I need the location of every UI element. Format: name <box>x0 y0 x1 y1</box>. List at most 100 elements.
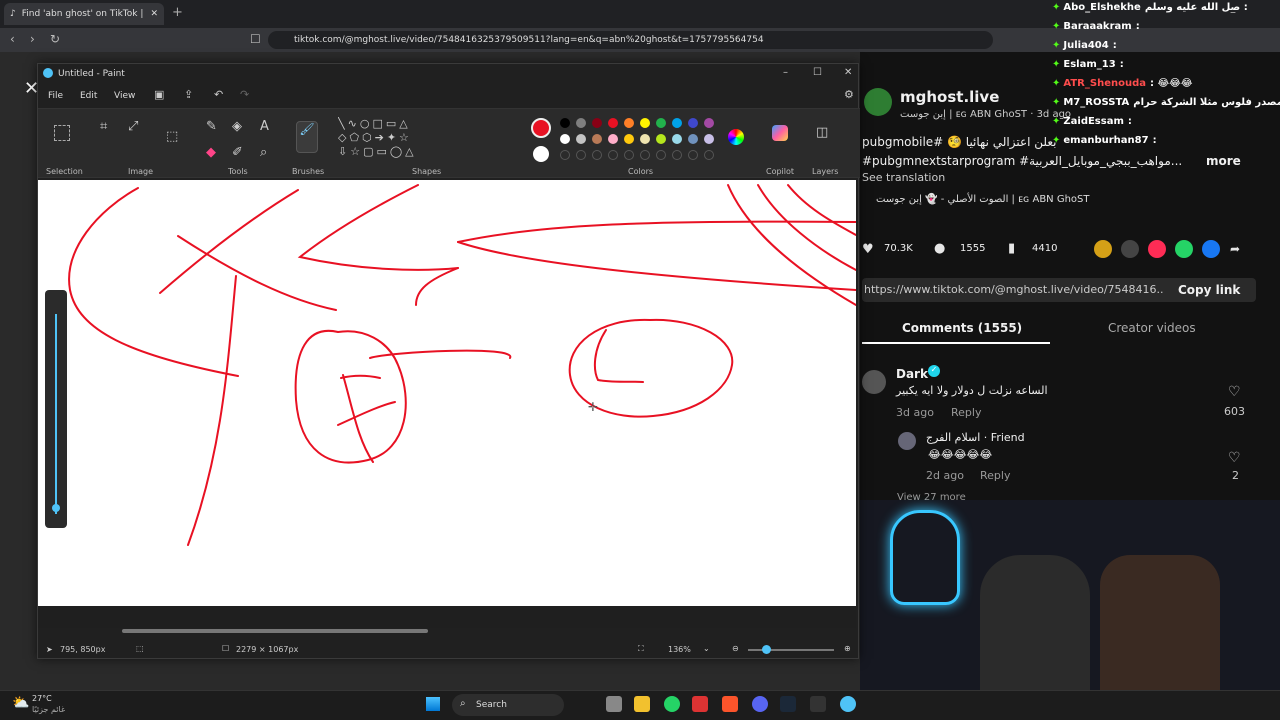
reload-icon[interactable]: ↻ <box>50 32 60 46</box>
resize-icon[interactable]: ⤢ <box>128 119 138 134</box>
color-swatch[interactable] <box>704 134 714 144</box>
video-link[interactable]: https://www.tiktok.com/@mghost.live/vide… <box>864 283 1164 296</box>
eraser-icon[interactable]: ◆ <box>206 145 216 160</box>
color-swatch[interactable] <box>624 134 634 144</box>
chevron-down-icon[interactable]: ⌄ <box>703 644 710 653</box>
steam-icon[interactable] <box>780 696 796 712</box>
redo-icon[interactable]: ↷ <box>240 88 249 101</box>
sound-label[interactable]: الصوت الأصلي - 👻 إبن جوست | ᴇɢ ABN GhoST <box>876 194 1090 205</box>
color-swatch[interactable] <box>704 118 714 128</box>
share-coin-icon[interactable] <box>1094 240 1112 258</box>
bookmark-icon[interactable]: ☐ <box>250 32 261 46</box>
close-tab-icon[interactable]: ✕ <box>150 9 158 19</box>
close-icon[interactable]: ✕ <box>844 67 852 78</box>
primary-color-swatch[interactable] <box>531 118 551 138</box>
color-swatch[interactable] <box>656 134 666 144</box>
horizontal-scrollbar[interactable] <box>122 629 428 633</box>
drawing-canvas[interactable]: ✛ <box>38 180 857 606</box>
menu-edit[interactable]: Edit <box>80 91 97 101</box>
pencil-icon[interactable]: ✎ <box>206 119 217 134</box>
fill-icon[interactable]: ◈ <box>232 119 242 134</box>
settings-icon[interactable]: ⚙ <box>844 88 854 101</box>
file-explorer-icon[interactable] <box>634 696 650 712</box>
color-swatch[interactable] <box>640 150 650 160</box>
color-swatch[interactable] <box>640 134 650 144</box>
color-swatch[interactable] <box>560 118 570 128</box>
color-swatch[interactable] <box>560 134 570 144</box>
menu-view[interactable]: View <box>114 91 135 101</box>
whatsapp-icon[interactable] <box>664 696 680 712</box>
embed-icon[interactable] <box>1121 240 1139 258</box>
comment-like-icon[interactable]: ♡ <box>1228 384 1241 400</box>
text-icon[interactable]: A <box>260 119 269 134</box>
back-icon[interactable]: ‹ <box>10 32 15 46</box>
brave-icon[interactable] <box>722 696 738 712</box>
minimize-icon[interactable]: – <box>783 67 788 78</box>
color-swatch[interactable] <box>672 134 682 144</box>
color-swatch[interactable] <box>592 150 602 160</box>
comment-like-icon[interactable]: ♡ <box>1228 450 1241 466</box>
obs-icon[interactable] <box>810 696 826 712</box>
save-icon[interactable]: ▣ <box>154 88 164 101</box>
url-bar[interactable]: tiktok.com/@mghost.live/video/7548416325… <box>268 31 993 49</box>
color-swatch[interactable] <box>656 150 666 160</box>
weather-temp[interactable]: 27°C <box>32 694 52 703</box>
zoom-level[interactable]: 136% <box>668 645 691 654</box>
undo-icon[interactable]: ↶ <box>214 88 223 101</box>
color-swatch[interactable] <box>624 150 634 160</box>
color-swatch[interactable] <box>608 118 618 128</box>
color-swatch[interactable] <box>576 150 586 160</box>
selection-icon[interactable] <box>54 125 70 141</box>
slider-thumb[interactable] <box>52 504 60 512</box>
reply-button[interactable]: Reply <box>980 469 1010 482</box>
windows-start-icon[interactable] <box>426 697 440 711</box>
color-swatch[interactable] <box>688 150 698 160</box>
copy-link-button[interactable]: Copy link <box>1178 283 1240 297</box>
color-swatch[interactable] <box>640 118 650 128</box>
reply-button[interactable]: Reply <box>951 406 981 419</box>
copilot-icon[interactable] <box>772 125 788 141</box>
bookmark-save-icon[interactable]: ▮ <box>1008 241 1015 256</box>
share-icon[interactable]: ⇪ <box>184 88 193 101</box>
color-swatch[interactable] <box>560 150 570 160</box>
brush-size-slider[interactable] <box>45 290 67 528</box>
menu-file[interactable]: File <box>48 91 63 101</box>
zoom-out-icon[interactable]: ⊖ <box>732 644 739 653</box>
zoom-slider-thumb[interactable] <box>762 645 771 654</box>
new-tab-icon[interactable]: + <box>172 5 183 20</box>
browser-tab[interactable]: ♪ Find 'abn ghost' on TikTok | TikTok ✕ <box>4 3 164 25</box>
magnifier-icon[interactable]: ⌕ <box>260 145 267 160</box>
comment-icon[interactable]: ● <box>934 241 945 256</box>
secondary-color-swatch[interactable] <box>533 146 549 162</box>
heart-icon[interactable]: ♥ <box>862 242 874 257</box>
see-translation-link[interactable]: See translation <box>862 171 945 184</box>
color-swatch[interactable] <box>672 118 682 128</box>
color-swatch[interactable] <box>608 134 618 144</box>
discord-icon[interactable] <box>752 696 768 712</box>
brush-icon[interactable]: 🖌 <box>296 121 318 153</box>
color-swatch[interactable] <box>688 118 698 128</box>
facebook-icon[interactable] <box>1202 240 1220 258</box>
tab-creator-videos[interactable]: Creator videos <box>1108 321 1196 335</box>
creator-avatar[interactable] <box>864 88 892 116</box>
tab-comments[interactable]: Comments (1555) <box>902 321 1022 335</box>
color-palette[interactable] <box>560 118 720 160</box>
comment-user[interactable]: Dark <box>896 367 928 381</box>
color-swatch[interactable] <box>704 150 714 160</box>
app-icon[interactable] <box>692 696 708 712</box>
color-swatch[interactable] <box>656 118 666 128</box>
color-swatch[interactable] <box>608 150 618 160</box>
task-view-icon[interactable] <box>606 696 622 712</box>
edit-colors-icon[interactable] <box>728 129 744 145</box>
layers-icon[interactable]: ◫ <box>816 125 828 140</box>
color-picker-icon[interactable]: ✐ <box>232 145 243 160</box>
color-swatch[interactable] <box>576 118 586 128</box>
comment-user[interactable]: اسلام الفرج · Friend <box>926 431 1025 444</box>
crop-icon[interactable]: ⌗ <box>100 119 107 134</box>
color-swatch[interactable] <box>576 134 586 144</box>
color-swatch[interactable] <box>592 118 602 128</box>
forward-icon[interactable]: › <box>30 32 35 46</box>
zoom-in-icon[interactable]: ⊕ <box>844 644 851 653</box>
share-arrow-icon[interactable]: ➦ <box>1230 242 1240 256</box>
avatar[interactable] <box>898 432 916 450</box>
